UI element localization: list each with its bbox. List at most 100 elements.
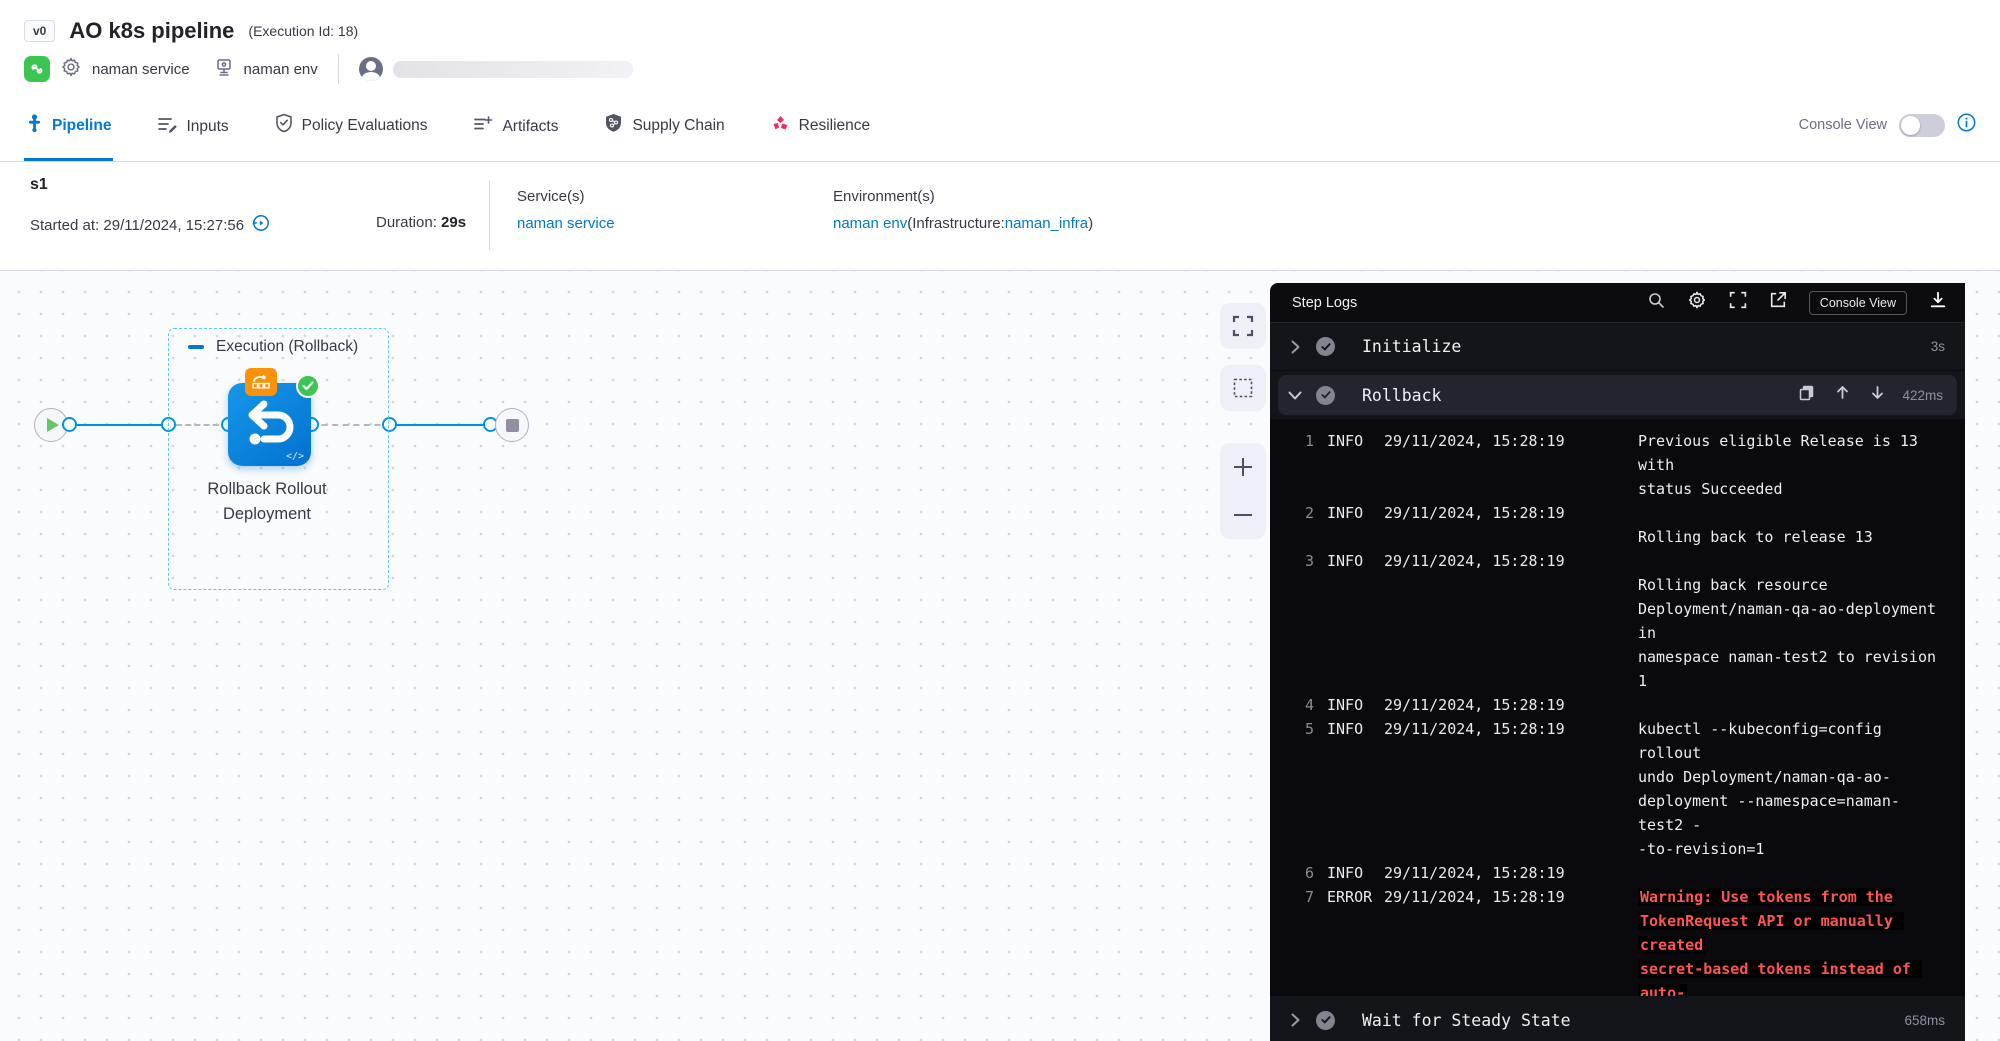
log-timestamp: 29/11/2024, 15:28:19 [1384,549,1625,693]
header-env-name: naman env [244,61,318,78]
redacted-user-email [393,61,633,78]
stage-info-bar: s1 Started at: 29/11/2024, 15:27:56 Dura… [0,162,2000,271]
log-timestamp: 29/11/2024, 15:28:19 [1384,501,1625,549]
resilience-chaos-icon [771,114,790,138]
log-line: 1 INFO 29/11/2024, 15:28:19 Previous eli… [1300,429,1945,501]
tab-supply-chain[interactable]: Supply Chain [602,113,726,161]
chevron-down-icon [1284,391,1306,400]
inputs-icon [157,115,177,138]
log-timestamp: 29/11/2024, 15:28:19 [1384,861,1625,885]
log-line: 4 INFO 29/11/2024, 15:28:19 [1300,693,1945,717]
log-line-number: 2 [1300,501,1314,549]
tab-artifacts[interactable]: Artifacts [471,115,560,161]
tab-resilience[interactable]: Resilience [769,114,873,161]
console-view-toggle[interactable] [1899,114,1945,137]
step-duration: 422ms [1902,388,1943,403]
execution-history-icon[interactable] [252,214,270,236]
collapse-group-icon[interactable] [188,345,204,349]
log-level: INFO [1327,501,1371,549]
step-duration: 658ms [1904,1013,1945,1028]
log-line-number: 6 [1300,861,1314,885]
log-download-icon[interactable] [1929,291,1947,314]
log-line-number: 4 [1300,693,1314,717]
canvas-controls [1220,303,1266,539]
tab-bar: Pipeline Inputs Policy Evaluations Artif… [0,88,2000,162]
log-message: kubectl --kubeconfig=config rollout undo… [1638,717,1945,861]
scroll-up-icon[interactable] [1836,385,1849,405]
environments-column: Environment(s) naman env(Infrastructure:… [833,188,1093,232]
log-level: ERROR [1327,885,1371,996]
log-line-number: 1 [1300,429,1314,501]
zoom-in-button[interactable] [1220,443,1266,491]
pipeline-end-node[interactable] [495,408,529,442]
log-level: INFO [1327,717,1371,861]
chevron-right-icon [1284,340,1306,354]
log-lines-container[interactable]: 1 INFO 29/11/2024, 15:28:19 Previous eli… [1270,419,1965,996]
header-divider [338,54,339,84]
info-icon[interactable] [1957,113,1976,137]
step-success-icon [1316,337,1335,356]
log-line-number: 7 [1300,885,1314,996]
tab-policy-evaluations[interactable]: Policy Evaluations [273,113,430,161]
log-level: INFO [1327,861,1371,885]
infrastructure-link[interactable]: naman_infra [1005,215,1088,232]
chevron-right-icon [1284,1013,1306,1027]
log-message: Warning: Use tokens from the TokenReques… [1638,885,1945,996]
log-timestamp: 29/11/2024, 15:28:19 [1384,885,1625,996]
version-badge: v0 [24,20,55,42]
log-message [1638,693,1945,717]
rollout-undo-badge-icon [245,368,277,396]
log-line: 7 ERROR 29/11/2024, 15:28:19 Warning: Us… [1300,885,1945,996]
stage-divider [489,180,490,250]
supply-chain-shield-icon [604,113,623,138]
environment-icon [214,57,234,82]
log-line-number: 3 [1300,549,1314,693]
log-timestamp: 29/11/2024, 15:28:19 [1384,693,1625,717]
cd-module-icon [24,56,50,82]
service-link[interactable]: naman service [517,215,615,232]
log-section-wait-for-steady-state[interactable]: Wait for Steady State 658ms [1270,996,1965,1041]
log-fullscreen-icon[interactable] [1729,291,1747,314]
tab-pipeline[interactable]: Pipeline [24,114,113,161]
stage-started: Started at: 29/11/2024, 15:27:56 [30,214,270,236]
service-gear-icon [60,56,82,83]
log-line: 3 INFO 29/11/2024, 15:28:19 Rolling back… [1300,549,1945,693]
log-settings-gear-icon[interactable] [1687,290,1707,315]
log-open-external-icon[interactable] [1769,291,1787,314]
rollback-step-node[interactable]: </> [228,383,311,466]
log-message: Rolling back resource Deployment/naman-q… [1638,549,1945,693]
log-panel-header: Step Logs Console View [1270,283,1965,323]
tab-inputs[interactable]: Inputs [155,115,230,161]
play-icon [47,418,59,432]
log-section-initialize[interactable]: Initialize 3s [1270,323,1965,371]
environment-link[interactable]: naman env [833,215,907,232]
canvas-fullscreen-button[interactable] [1220,303,1266,349]
zoom-out-button[interactable] [1220,491,1266,539]
artifacts-icon [473,115,493,138]
step-success-icon [1316,386,1335,405]
log-line: 2 INFO 29/11/2024, 15:28:19 Rolling back… [1300,501,1945,549]
log-console-view-button[interactable]: Console View [1809,291,1907,315]
edge-group-to-end [396,424,496,426]
stop-icon [506,419,519,432]
app-header: v0 AO k8s pipeline (Execution Id: 18) na… [0,0,2000,88]
main-area: Execution (Rollback) </> Rollback Rollo [0,271,2000,1041]
policy-shield-icon [275,113,293,138]
canvas-select-region-button[interactable] [1220,365,1266,411]
log-message: Rolling back to release 13 [1638,501,1945,549]
connector-start[interactable] [62,417,77,432]
edge-start-to-group [68,424,170,426]
group-label: Execution (Rollback) [216,338,358,356]
log-timestamp: 29/11/2024, 15:28:19 [1384,717,1625,861]
scroll-down-icon[interactable] [1871,385,1884,405]
log-timestamp: 29/11/2024, 15:28:19 [1384,429,1625,501]
copy-logs-icon[interactable] [1799,385,1814,406]
stage-name: s1 [30,176,48,194]
services-column: Service(s) naman service [517,188,615,232]
step-logs-panel: Step Logs Console View [1270,283,1965,1041]
rollback-node-label: Rollback Rollout Deployment [167,477,367,527]
log-section-rollback[interactable]: Rollback 422ms [1270,371,1965,419]
canvas-zoom-controls [1220,443,1266,539]
page-title: AO k8s pipeline [69,18,234,44]
log-search-icon[interactable] [1648,292,1665,314]
